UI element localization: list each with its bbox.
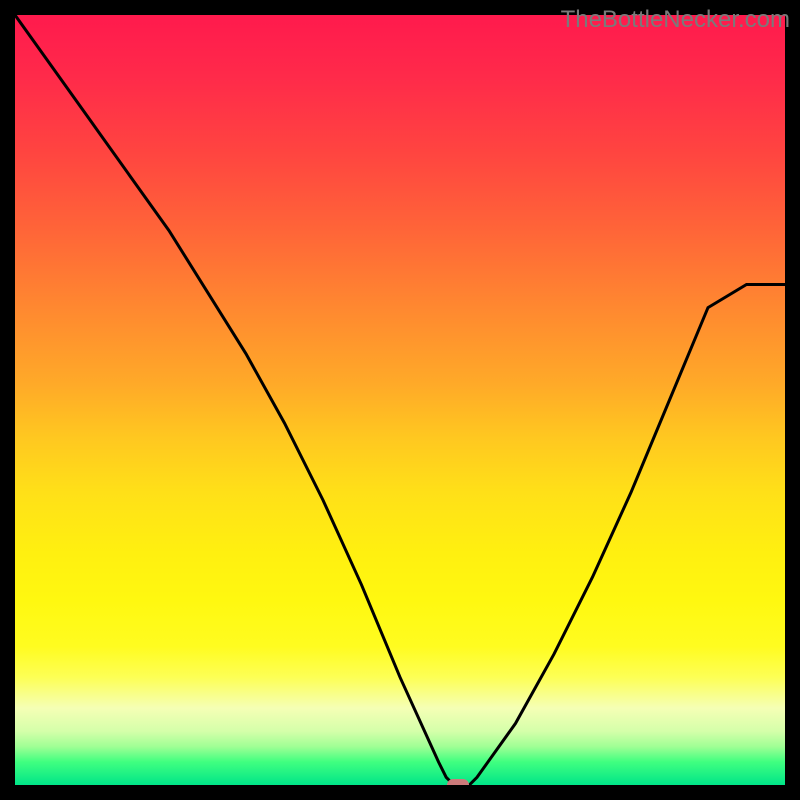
chart-plot-area	[15, 15, 785, 785]
gradient-background	[15, 15, 785, 785]
minimum-marker	[447, 779, 469, 785]
watermark-text: TheBottleNecker.com	[561, 6, 790, 34]
